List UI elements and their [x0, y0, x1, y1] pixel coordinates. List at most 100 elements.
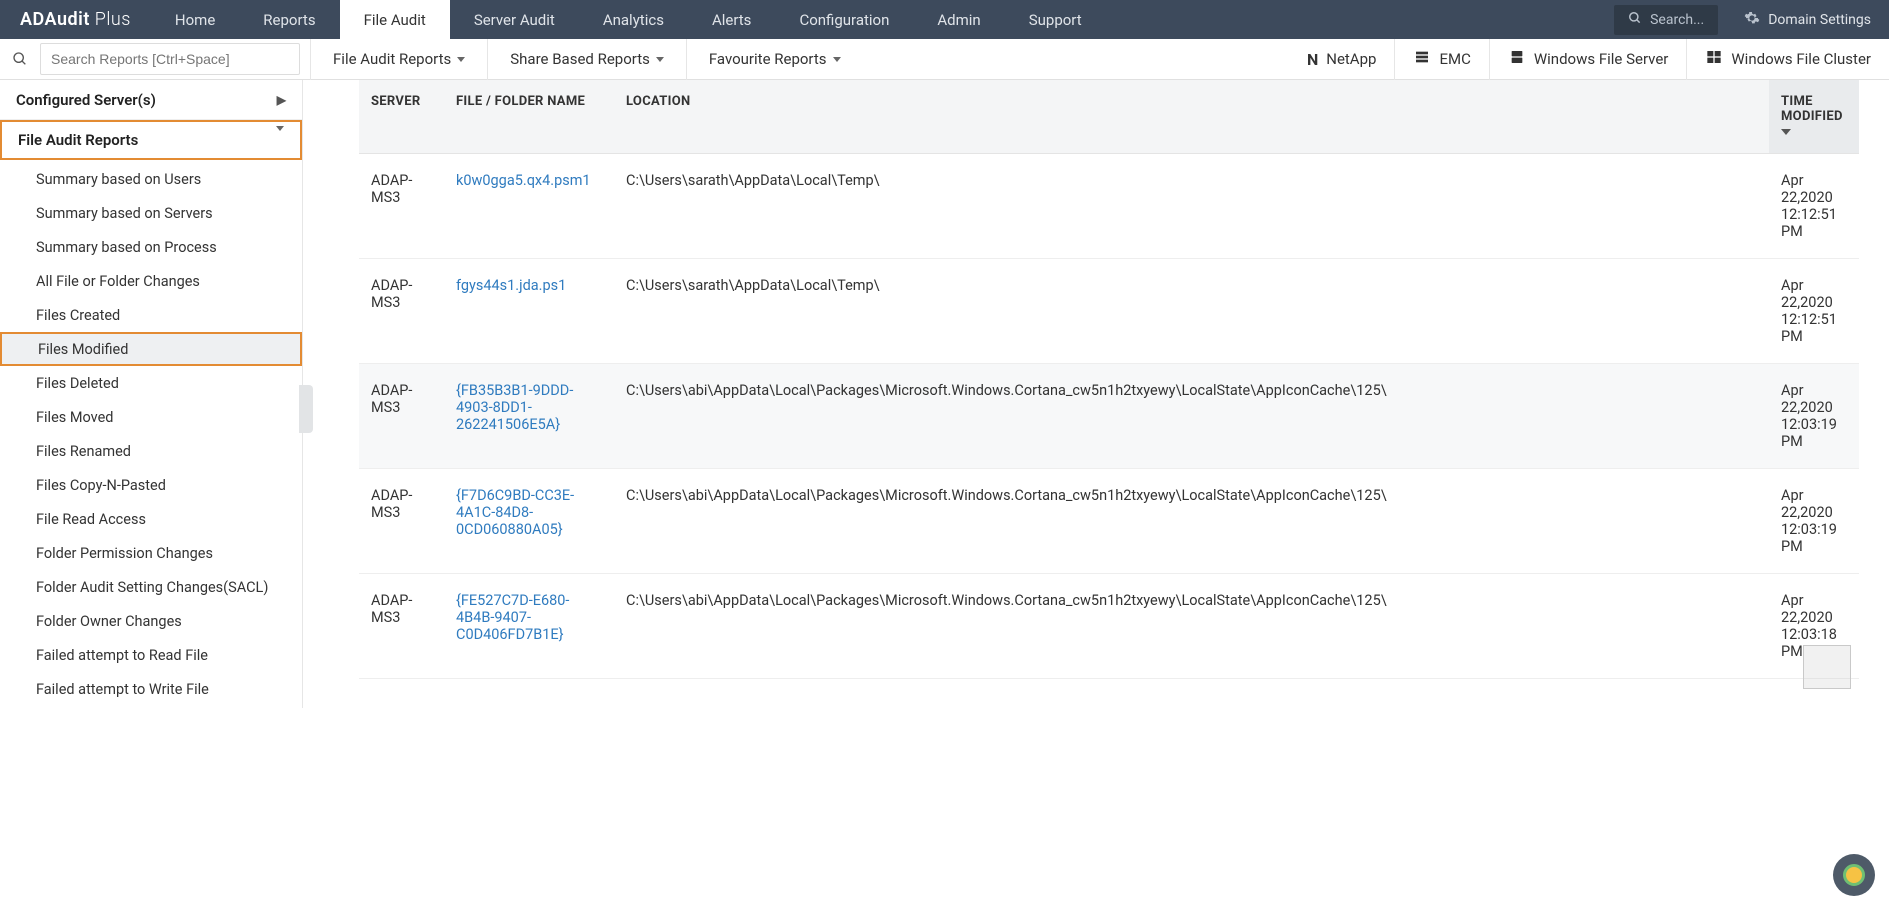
- table-row[interactable]: ADAP-MS3{F7D6C9BD-CC3E-4A1C-84D8-0CD0608…: [359, 469, 1859, 574]
- nav-alerts[interactable]: Alerts: [688, 0, 776, 39]
- nav-file-audit[interactable]: File Audit: [340, 0, 450, 39]
- dropdown-label: File Audit Reports: [333, 50, 451, 68]
- cell-file: k0w0gga5.qx4.psm1: [444, 154, 614, 259]
- brand-bold: ADAudit: [20, 9, 90, 30]
- netapp-link[interactable]: N NetApp: [1289, 39, 1395, 80]
- cell-file: {FB35B3B1-9DDD-4903-8DD1-262241506E5A}: [444, 364, 614, 469]
- nav-reports[interactable]: Reports: [239, 0, 339, 39]
- sidebar-collapse-handle[interactable]: [299, 385, 313, 433]
- cell-location: C:\Users\sarath\AppData\Local\Temp\: [614, 154, 1769, 259]
- caret-down-icon: [276, 131, 284, 149]
- nav-support[interactable]: Support: [1005, 0, 1106, 39]
- cell-file: fgys44s1.jda.ps1: [444, 259, 614, 364]
- th-server[interactable]: SERVER: [359, 80, 444, 154]
- caret-down-icon: [656, 57, 664, 62]
- file-link[interactable]: {FB35B3B1-9DDD-4903-8DD1-262241506E5A}: [456, 382, 573, 433]
- sidebar-item[interactable]: Folder Audit Setting Changes(SACL): [0, 570, 302, 604]
- file-link[interactable]: k0w0gga5.qx4.psm1: [456, 172, 591, 189]
- share-based-reports-dropdown[interactable]: Share Based Reports: [488, 39, 686, 80]
- domain-settings[interactable]: Domain Settings: [1726, 0, 1889, 39]
- server-icon: [1508, 49, 1526, 69]
- sidebar-item[interactable]: Files Renamed: [0, 434, 302, 468]
- cell-file: {F7D6C9BD-CC3E-4A1C-84D8-0CD060880A05}: [444, 469, 614, 574]
- sidebar-item[interactable]: Folder Owner Changes: [0, 604, 302, 638]
- sort-desc-icon: [1781, 129, 1791, 135]
- cell-server: ADAP-MS3: [359, 469, 444, 574]
- sidebar-item[interactable]: Summary based on Servers: [0, 196, 302, 230]
- cluster-icon: [1705, 49, 1723, 69]
- nav-configuration[interactable]: Configuration: [775, 0, 913, 39]
- nav-home[interactable]: Home: [151, 0, 239, 39]
- main-layout: Configured Server(s) ▶ File Audit Report…: [0, 80, 1889, 708]
- table-row[interactable]: ADAP-MS3fgys44s1.jda.ps1C:\Users\sarath\…: [359, 259, 1859, 364]
- subbar-right: N NetApp EMC Windows File Server Windows…: [1289, 39, 1889, 79]
- sidebar-item[interactable]: Files Copy-N-Pasted: [0, 468, 302, 502]
- th-time-modified[interactable]: TIME MODIFIED: [1769, 80, 1859, 154]
- cell-server: ADAP-MS3: [359, 364, 444, 469]
- sidebar-sublist: Summary based on Users Summary based on …: [0, 160, 302, 708]
- sidebar-item[interactable]: Files Deleted: [0, 366, 302, 400]
- cell-location: C:\Users\abi\AppData\Local\Packages\Micr…: [614, 469, 1769, 574]
- netapp-icon: N: [1307, 50, 1318, 69]
- th-file[interactable]: FILE / FOLDER NAME: [444, 80, 614, 154]
- vendor-label: EMC: [1439, 50, 1470, 68]
- sidebar-header-label: Configured Server(s): [16, 91, 156, 109]
- vendor-label: NetApp: [1326, 50, 1376, 68]
- emc-icon: [1413, 49, 1431, 69]
- nav-right: Search... Domain Settings: [1614, 0, 1889, 39]
- sidebar-item[interactable]: File Read Access: [0, 502, 302, 536]
- cell-file: {FE527C7D-E680-4B4B-9407-C0D406FD7B1E}: [444, 574, 614, 679]
- brand-logo: ADAudit Plus: [0, 9, 151, 30]
- chat-widget[interactable]: [1833, 854, 1875, 896]
- nav-admin[interactable]: Admin: [913, 0, 1004, 39]
- vendor-label: Windows File Cluster: [1731, 50, 1871, 68]
- cell-server: ADAP-MS3: [359, 154, 444, 259]
- brand-light: Plus: [90, 9, 131, 30]
- global-search[interactable]: Search...: [1614, 5, 1718, 35]
- caret-down-icon: [833, 57, 841, 62]
- nav-server-audit[interactable]: Server Audit: [450, 0, 579, 39]
- sidebar-file-audit-reports[interactable]: File Audit Reports: [0, 120, 302, 160]
- cell-location: C:\Users\abi\AppData\Local\Packages\Micr…: [614, 364, 1769, 469]
- dropdown-label: Favourite Reports: [709, 50, 827, 68]
- th-time-label: TIME MODIFIED: [1781, 94, 1847, 124]
- sidebar-item[interactable]: Failed attempt to Write File: [0, 672, 302, 706]
- sidebar-configured-servers[interactable]: Configured Server(s) ▶: [0, 80, 302, 120]
- results-table: SERVER FILE / FOLDER NAME LOCATION TIME …: [359, 80, 1859, 679]
- global-search-text: Search...: [1650, 12, 1704, 28]
- th-location[interactable]: LOCATION: [614, 80, 1769, 154]
- file-audit-reports-dropdown[interactable]: File Audit Reports: [311, 39, 487, 80]
- file-link[interactable]: {F7D6C9BD-CC3E-4A1C-84D8-0CD060880A05}: [456, 487, 574, 538]
- favourite-reports-dropdown[interactable]: Favourite Reports: [687, 39, 863, 80]
- search-reports-input[interactable]: [40, 43, 300, 75]
- table-row[interactable]: ADAP-MS3 k0w0gga5.qx4.psm1 C:\Users\sarath…: [359, 154, 1859, 259]
- file-link[interactable]: fgys44s1.jda.ps1: [456, 277, 566, 294]
- top-nav: ADAudit Plus Home Reports File Audit Ser…: [0, 0, 1889, 39]
- emc-link[interactable]: EMC: [1395, 39, 1488, 80]
- cell-time: Apr 22,2020 12:12:51 PM: [1769, 259, 1859, 364]
- sidebar-item[interactable]: Files Moved: [0, 400, 302, 434]
- sidebar-item-files-modified[interactable]: Files Modified: [0, 332, 302, 366]
- dropdown-label: Share Based Reports: [510, 50, 650, 68]
- sidebar-item[interactable]: All File or Folder Changes: [0, 264, 302, 298]
- gear-icon: [1744, 10, 1760, 30]
- windows-file-server-link[interactable]: Windows File Server: [1490, 39, 1687, 80]
- cell-server: ADAP-MS3: [359, 259, 444, 364]
- search-icon: [1628, 11, 1642, 29]
- file-link[interactable]: {FE527C7D-E680-4B4B-9407-C0D406FD7B1E}: [456, 592, 569, 643]
- sidebar-item[interactable]: Summary based on Users: [0, 162, 302, 196]
- sidebar-item[interactable]: Files Created: [0, 298, 302, 332]
- domain-settings-label: Domain Settings: [1768, 12, 1871, 28]
- windows-file-cluster-link[interactable]: Windows File Cluster: [1687, 39, 1889, 80]
- table-row[interactable]: ADAP-MS3{FE527C7D-E680-4B4B-9407-C0D406F…: [359, 574, 1859, 679]
- cell-time: Apr 22,2020 12:03:19 PM: [1769, 364, 1859, 469]
- search-reports-icon[interactable]: [0, 51, 40, 67]
- cell-time: Apr 22,2020 12:12:51 PM: [1769, 154, 1859, 259]
- sidebar-item[interactable]: Folder Permission Changes: [0, 536, 302, 570]
- sidebar-item[interactable]: Summary based on Process: [0, 230, 302, 264]
- sidebar-item[interactable]: Failed attempt to Read File: [0, 638, 302, 672]
- table-row[interactable]: ADAP-MS3{FB35B3B1-9DDD-4903-8DD1-2622415…: [359, 364, 1859, 469]
- nav-analytics[interactable]: Analytics: [579, 0, 688, 39]
- chevron-right-icon: ▶: [277, 93, 286, 107]
- sub-toolbar: File Audit Reports Share Based Reports F…: [0, 39, 1889, 80]
